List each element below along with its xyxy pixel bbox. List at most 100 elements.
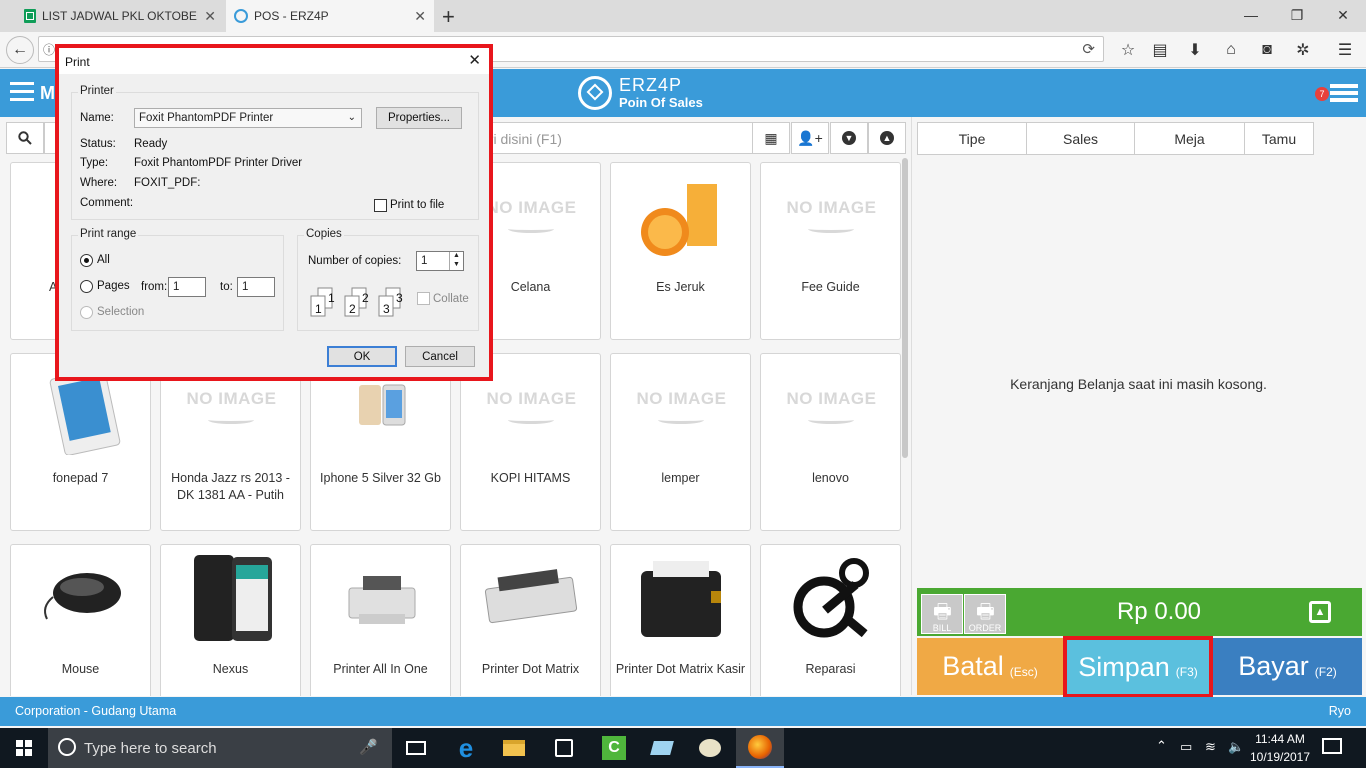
download-icon[interactable]: ⬇ — [1181, 36, 1209, 64]
bill-button[interactable]: 🖶 BILL — [921, 594, 963, 634]
print-to-file-checkbox[interactable] — [374, 199, 387, 212]
sheets-icon — [24, 9, 36, 23]
new-tab-button[interactable]: + — [442, 4, 455, 30]
product-card[interactable]: Printer All In One — [310, 544, 451, 696]
firefox-icon[interactable] — [736, 728, 784, 768]
wifi-icon[interactable]: ≋ — [1205, 739, 1216, 755]
cart-tab-tamu[interactable]: Tamu — [1244, 122, 1314, 155]
store-icon[interactable] — [540, 728, 588, 768]
batal-key: (Esc) — [1009, 664, 1038, 679]
product-card[interactable]: Printer Dot Matrix Kasir — [610, 544, 751, 696]
cart-tab-tipe[interactable]: Tipe — [917, 122, 1027, 155]
close-icon[interactable]: ✕ — [204, 8, 216, 25]
simpan-button[interactable]: Simpan (F3) — [1063, 636, 1213, 698]
grid-scrollbar[interactable] — [902, 158, 908, 458]
range-all-radio[interactable] — [80, 254, 93, 267]
paint-icon[interactable] — [686, 728, 734, 768]
product-name: KOPI HITAMS — [490, 471, 571, 485]
hamburger-menu-icon[interactable]: ☰ — [1331, 36, 1359, 64]
from-input[interactable]: 1 — [168, 277, 206, 297]
properties-button[interactable]: Properties... — [376, 107, 462, 129]
edge-icon[interactable]: e — [442, 728, 490, 768]
no-image-text: NO IMAGE — [636, 389, 727, 408]
cart-tab-meja[interactable]: Meja — [1134, 122, 1245, 155]
range-pages-radio[interactable] — [80, 280, 93, 293]
product-card[interactable]: Reparasi — [760, 544, 901, 696]
back-arrow-icon: ← — [12, 41, 28, 58]
add-customer-button[interactable]: 👤+ — [791, 122, 829, 154]
reload-icon[interactable]: ⟳ — [1082, 40, 1095, 58]
user-plus-icon: 👤+ — [797, 129, 823, 146]
minimize-button[interactable]: — — [1228, 0, 1274, 30]
home-icon[interactable]: ⌂ — [1217, 36, 1245, 64]
copies-stepper[interactable]: 1 ▲ ▼ — [416, 251, 464, 271]
notification-center-icon[interactable] — [1322, 738, 1342, 754]
stepper-down-icon[interactable]: ▼ — [449, 261, 463, 270]
product-image — [611, 553, 750, 649]
product-name: lemper — [661, 471, 700, 485]
simpan-key: (F3) — [1175, 665, 1198, 679]
range-pages-label: Pages — [97, 280, 130, 292]
browser-tab-jadwal[interactable]: LIST JADWAL PKL OKTOBER ✕ — [16, 0, 224, 32]
product-card[interactable]: NO IMAGE lemper — [610, 353, 751, 531]
search-button[interactable] — [6, 122, 44, 154]
to-input[interactable]: 1 — [237, 277, 275, 297]
expand-up-button[interactable]: ▲ — [868, 122, 906, 154]
reader-icon[interactable]: ▤ — [1146, 36, 1174, 64]
camtasia-icon[interactable]: C — [590, 728, 638, 768]
batal-label: Batal — [942, 651, 1004, 681]
brand-name: ERZ4P — [619, 75, 683, 95]
chevron-down-icon: ⌄ — [347, 112, 356, 123]
printer-name-select[interactable]: Foxit PhantomPDF Printer ⌄ — [134, 108, 362, 128]
copies-value: 1 — [421, 255, 428, 267]
grid-view-button[interactable]: ▦ — [752, 122, 790, 154]
taskbar-search[interactable]: Type here to search 🎤 — [48, 728, 392, 768]
notes-icon[interactable] — [638, 728, 686, 768]
back-button[interactable]: ← — [6, 36, 34, 64]
smile-icon — [508, 225, 554, 233]
close-icon[interactable]: ✕ — [414, 8, 426, 25]
file-explorer-icon[interactable] — [490, 728, 538, 768]
bayar-button[interactable]: Bayar (F2) — [1213, 638, 1362, 695]
cart-tab-sales[interactable]: Sales — [1026, 122, 1135, 155]
ok-button[interactable]: OK — [327, 346, 397, 367]
product-card[interactable]: NO IMAGE Fee Guide — [760, 162, 901, 340]
browser-tab-pos[interactable]: POS - ERZ4P ✕ — [226, 0, 434, 32]
pocket-icon[interactable]: ◙ — [1253, 36, 1281, 64]
close-icon[interactable]: ✕ — [468, 51, 481, 69]
range-selection-radio[interactable] — [80, 306, 93, 319]
product-card[interactable]: Es Jeruk — [610, 162, 751, 340]
product-card[interactable]: Mouse — [10, 544, 151, 696]
extension-icon[interactable]: ✲ — [1289, 36, 1317, 64]
info-icon[interactable]: ⓘ — [43, 41, 55, 58]
notification-badge[interactable]: 7 — [1315, 87, 1329, 101]
where-value: FOXIT_PDF: — [134, 177, 201, 189]
windows-start-icon[interactable] — [0, 728, 48, 768]
browser-tab-bar: LIST JADWAL PKL OKTOBER ✕ POS - ERZ4P ✕ … — [0, 0, 1366, 32]
smile-icon — [658, 416, 704, 424]
product-card[interactable]: Nexus — [160, 544, 301, 696]
batal-button[interactable]: Batal (Esc) — [917, 638, 1063, 695]
menu-icon[interactable] — [10, 82, 34, 102]
grid-icon: ▦ — [764, 129, 778, 146]
expand-down-button[interactable]: ▼ — [830, 122, 868, 154]
collate-checkbox[interactable] — [417, 292, 430, 305]
volume-icon[interactable]: 🔈 — [1228, 739, 1244, 755]
clock-date[interactable]: 10/19/2017 — [1248, 750, 1312, 764]
microphone-icon[interactable]: 🎤 — [359, 738, 378, 756]
list-menu-icon[interactable] — [1330, 84, 1358, 104]
order-button[interactable]: 🖶 ORDER — [964, 594, 1006, 634]
close-window-button[interactable]: ✕ — [1320, 0, 1366, 30]
tray-chevron-icon[interactable]: ⌃ — [1156, 738, 1167, 754]
product-card[interactable]: NO IMAGE lenovo — [760, 353, 901, 531]
bookmark-star-icon[interactable]: ☆ — [1114, 36, 1142, 64]
expand-up-icon[interactable]: ▲ — [1309, 601, 1331, 623]
product-card[interactable]: Printer Dot Matrix — [460, 544, 601, 696]
status-label: Status: — [80, 138, 116, 150]
task-view-icon[interactable] — [392, 728, 440, 768]
cancel-button[interactable]: Cancel — [405, 346, 475, 367]
clock-time[interactable]: 11:44 AM — [1248, 732, 1312, 746]
maximize-button[interactable]: ❐ — [1274, 0, 1320, 30]
battery-icon[interactable]: ▭ — [1180, 739, 1192, 755]
stepper-up-icon[interactable]: ▲ — [449, 252, 463, 261]
